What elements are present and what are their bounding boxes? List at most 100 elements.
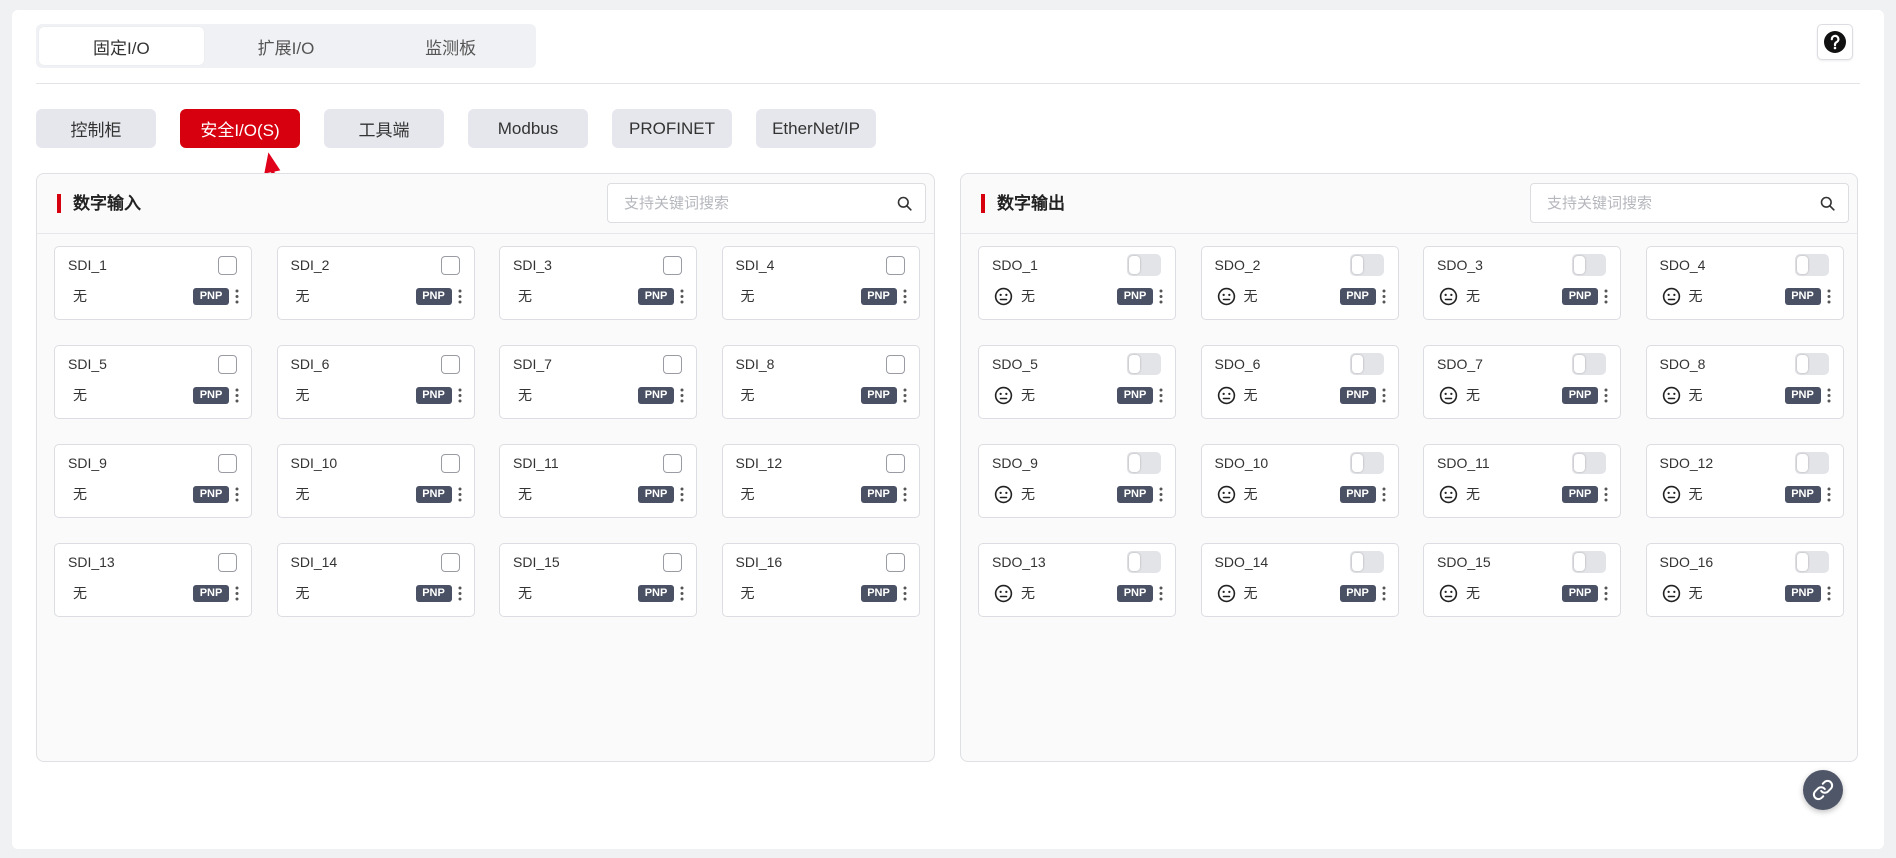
io-toggle-switch[interactable] [1794, 353, 1829, 375]
more-vertical-icon[interactable] [1382, 289, 1386, 304]
more-vertical-icon[interactable] [1604, 586, 1608, 601]
io-toggle-switch[interactable] [1127, 452, 1161, 474]
more-vertical-icon[interactable] [1604, 388, 1608, 403]
more-vertical-icon[interactable] [1827, 487, 1831, 502]
tab-extended-io[interactable]: 扩展I/O [204, 27, 369, 65]
pnp-badge[interactable]: PNP [193, 486, 229, 503]
more-vertical-icon[interactable] [458, 586, 462, 601]
tab-ethernet-ip[interactable]: EtherNet/IP [756, 109, 876, 148]
more-vertical-icon[interactable] [458, 487, 462, 502]
io-checkbox[interactable] [885, 553, 905, 572]
tab-safety-io[interactable]: 安全I/O(S) [180, 109, 300, 148]
pnp-badge[interactable]: PNP [193, 585, 229, 602]
pnp-badge[interactable]: PNP [638, 486, 674, 503]
more-vertical-icon[interactable] [680, 289, 684, 304]
io-checkbox[interactable] [218, 256, 237, 275]
io-checkbox[interactable] [885, 454, 905, 473]
more-vertical-icon[interactable] [1159, 388, 1163, 403]
io-toggle-switch[interactable] [1127, 551, 1161, 573]
pnp-badge[interactable]: PNP [415, 387, 452, 404]
io-toggle-switch[interactable] [1572, 551, 1606, 573]
pnp-badge[interactable]: PNP [860, 486, 897, 503]
io-toggle-switch[interactable] [1794, 254, 1829, 276]
more-vertical-icon[interactable] [1604, 289, 1608, 304]
pnp-badge[interactable]: PNP [860, 288, 897, 305]
link-float-button[interactable] [1803, 770, 1843, 810]
pnp-badge[interactable]: PNP [860, 585, 897, 602]
pnp-badge[interactable]: PNP [415, 486, 452, 503]
tab-monitor-board[interactable]: 监测板 [368, 27, 533, 65]
search-input[interactable] [1531, 184, 1817, 222]
pnp-badge[interactable]: PNP [1784, 288, 1821, 305]
pnp-badge[interactable]: PNP [1784, 585, 1821, 602]
more-vertical-icon[interactable] [458, 388, 462, 403]
pnp-badge[interactable]: PNP [1117, 288, 1153, 305]
tab-fixed-io[interactable]: 固定I/O [39, 27, 204, 65]
pnp-badge[interactable]: PNP [1562, 288, 1598, 305]
more-vertical-icon[interactable] [235, 388, 239, 403]
pnp-badge[interactable]: PNP [1339, 486, 1376, 503]
io-toggle-switch[interactable] [1127, 353, 1161, 375]
pnp-badge[interactable]: PNP [638, 288, 674, 305]
more-vertical-icon[interactable] [1382, 388, 1386, 403]
tab-profinet[interactable]: PROFINET [612, 109, 732, 148]
io-toggle-switch[interactable] [1127, 254, 1161, 276]
pnp-badge[interactable]: PNP [1784, 387, 1821, 404]
more-vertical-icon[interactable] [235, 487, 239, 502]
pnp-badge[interactable]: PNP [415, 288, 452, 305]
more-vertical-icon[interactable] [1382, 586, 1386, 601]
search-icon[interactable] [1820, 196, 1835, 211]
io-toggle-switch[interactable] [1349, 551, 1384, 573]
io-checkbox[interactable] [440, 553, 460, 572]
pnp-badge[interactable]: PNP [638, 585, 674, 602]
more-vertical-icon[interactable] [903, 388, 907, 403]
more-vertical-icon[interactable] [1827, 289, 1831, 304]
pnp-badge[interactable]: PNP [1339, 288, 1376, 305]
more-vertical-icon[interactable] [1382, 487, 1386, 502]
io-checkbox[interactable] [218, 454, 237, 473]
help-button[interactable] [1817, 24, 1853, 60]
pnp-badge[interactable]: PNP [1339, 387, 1376, 404]
more-vertical-icon[interactable] [903, 289, 907, 304]
more-vertical-icon[interactable] [458, 289, 462, 304]
pnp-badge[interactable]: PNP [1117, 387, 1153, 404]
io-checkbox[interactable] [885, 256, 905, 275]
pnp-badge[interactable]: PNP [638, 387, 674, 404]
more-vertical-icon[interactable] [680, 388, 684, 403]
io-toggle-switch[interactable] [1572, 452, 1606, 474]
io-checkbox[interactable] [663, 355, 682, 374]
io-toggle-switch[interactable] [1349, 452, 1384, 474]
io-checkbox[interactable] [440, 454, 460, 473]
tab-modbus[interactable]: Modbus [468, 109, 588, 148]
pnp-badge[interactable]: PNP [1117, 585, 1153, 602]
tab-control-cabinet[interactable]: 控制柜 [36, 109, 156, 148]
io-checkbox[interactable] [440, 256, 460, 275]
io-checkbox[interactable] [440, 355, 460, 374]
pnp-badge[interactable]: PNP [860, 387, 897, 404]
io-checkbox[interactable] [663, 454, 682, 473]
io-checkbox[interactable] [218, 553, 237, 572]
more-vertical-icon[interactable] [1159, 586, 1163, 601]
pnp-badge[interactable]: PNP [193, 288, 229, 305]
more-vertical-icon[interactable] [680, 586, 684, 601]
pnp-badge[interactable]: PNP [1784, 486, 1821, 503]
more-vertical-icon[interactable] [1827, 388, 1831, 403]
more-vertical-icon[interactable] [903, 487, 907, 502]
more-vertical-icon[interactable] [1827, 586, 1831, 601]
io-toggle-switch[interactable] [1794, 551, 1829, 573]
pnp-badge[interactable]: PNP [193, 387, 229, 404]
pnp-badge[interactable]: PNP [1339, 585, 1376, 602]
pnp-badge[interactable]: PNP [415, 585, 452, 602]
more-vertical-icon[interactable] [680, 487, 684, 502]
pnp-badge[interactable]: PNP [1117, 486, 1153, 503]
more-vertical-icon[interactable] [1604, 487, 1608, 502]
more-vertical-icon[interactable] [1159, 289, 1163, 304]
tab-tool-end[interactable]: 工具端 [324, 109, 444, 148]
more-vertical-icon[interactable] [1159, 487, 1163, 502]
io-checkbox[interactable] [663, 256, 682, 275]
search-input[interactable] [608, 184, 894, 222]
pnp-badge[interactable]: PNP [1562, 486, 1598, 503]
io-toggle-switch[interactable] [1349, 254, 1384, 276]
more-vertical-icon[interactable] [235, 289, 239, 304]
io-toggle-switch[interactable] [1794, 452, 1829, 474]
